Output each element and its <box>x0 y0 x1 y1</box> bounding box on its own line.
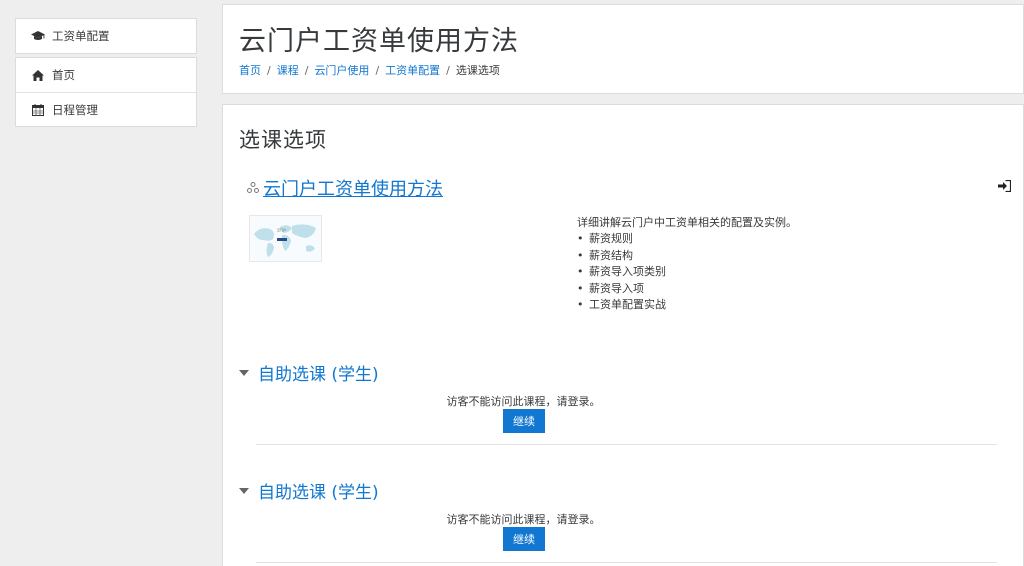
enrol-method-toggle[interactable]: 自助选课 (学生) <box>239 478 379 503</box>
summary-intro: 详细讲解云门户中工资单相关的配置及实例。 <box>577 216 797 229</box>
page: 工资单配置 首页 日程管理 云门户工资单使用方法 首页 / 课程 / 云门户使用… <box>0 0 1024 566</box>
sidebar-item-home[interactable]: 首页 <box>16 58 196 92</box>
caret-down-icon <box>239 487 249 494</box>
divider <box>256 562 997 563</box>
breadcrumb-separator: / <box>375 63 380 77</box>
course-name-row: 云门户工资单使用方法 <box>247 175 443 201</box>
sign-in-icon[interactable] <box>998 177 1012 193</box>
page-title: 云门户工资单使用方法 <box>239 26 519 57</box>
main-region: 云门户工资单使用方法 首页 / 课程 / 云门户使用 / 工资单配置 / 选课选… <box>211 0 1024 566</box>
enrol-method-toggle[interactable]: 自助选课 (学生) <box>239 360 379 385</box>
svg-text:云门户: 云门户 <box>277 227 286 232</box>
sidebar-item-label: 工资单配置 <box>52 29 110 43</box>
list-item: 薪资导入项类别 <box>577 264 797 281</box>
list-item: 薪资导入项 <box>577 281 797 298</box>
page-header: 云门户工资单使用方法 首页 / 课程 / 云门户使用 / 工资单配置 / 选课选… <box>222 4 1024 94</box>
course-icon <box>247 179 259 198</box>
graduation-cap-icon <box>31 29 45 43</box>
sidebar-item-course[interactable]: 工资单配置 <box>16 19 196 53</box>
sidebar-item-calendar[interactable]: 日程管理 <box>16 92 196 126</box>
course-summary: 详细讲解云门户中工资单相关的配置及实例。 薪资规则 薪资结构 薪资导入项类别 薪… <box>577 215 797 314</box>
breadcrumb-separator: / <box>304 63 309 77</box>
caret-down-icon <box>239 369 249 376</box>
sidebar-card-course: 工资单配置 <box>15 18 197 54</box>
breadcrumb-course[interactable]: 工资单配置 <box>385 62 440 78</box>
breadcrumb-current: 选课选项 <box>455 64 500 77</box>
sidebar-card-nav: 首页 日程管理 <box>15 57 197 127</box>
breadcrumb-courses[interactable]: 课程 <box>277 62 299 78</box>
guest-access-message: 访客不能访问此课程，请登录。 <box>446 513 601 526</box>
divider <box>256 444 997 445</box>
breadcrumb: 首页 / 课程 / 云门户使用 / 工资单配置 / 选课选项 <box>239 62 500 78</box>
summary-list: 薪资规则 薪资结构 薪资导入项类别 薪资导入项 工资单配置实战 <box>577 231 797 313</box>
course-thumbnail-image: 云门户 <box>249 215 322 262</box>
home-icon <box>31 68 45 82</box>
enrol-method-title: 自助选课 (学生) <box>258 483 379 503</box>
breadcrumb-separator: / <box>267 63 271 77</box>
sidebar-item-label: 首页 <box>52 68 75 82</box>
sidebar: 工资单配置 首页 日程管理 <box>0 0 211 566</box>
continue-button[interactable]: 继续 <box>503 409 545 433</box>
enrol-options-card: 选课选项 云门户工资单使用方法 云门户 详细讲解云门户中工资单相关的配置及实例。… <box>222 104 1024 566</box>
list-item: 薪资规则 <box>577 231 797 248</box>
breadcrumb-category[interactable]: 云门户使用 <box>314 62 369 78</box>
section-title: 选课选项 <box>239 128 327 152</box>
sidebar-item-label: 日程管理 <box>52 102 98 117</box>
list-item: 工资单配置实战 <box>577 297 797 314</box>
breadcrumb-separator: / <box>446 63 450 77</box>
list-item: 薪资结构 <box>577 248 797 265</box>
enrol-method-title: 自助选课 (学生) <box>258 365 379 385</box>
course-title-link[interactable]: 云门户工资单使用方法 <box>263 175 443 201</box>
continue-button[interactable]: 继续 <box>503 527 545 551</box>
calendar-icon <box>31 103 45 117</box>
guest-access-message: 访客不能访问此课程，请登录。 <box>446 395 601 408</box>
breadcrumb-home[interactable]: 首页 <box>239 62 261 78</box>
